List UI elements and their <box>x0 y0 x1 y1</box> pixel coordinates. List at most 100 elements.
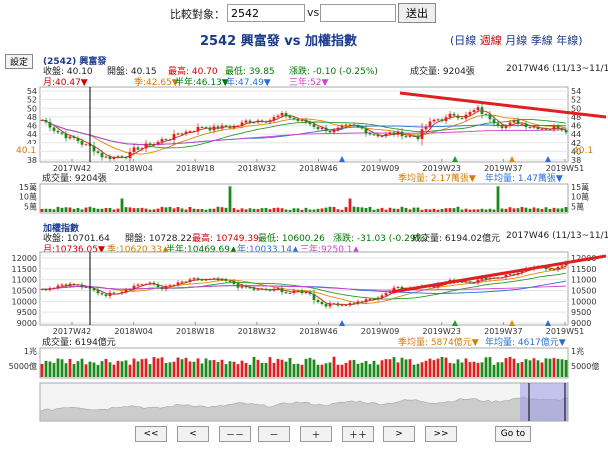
stock-candle-body <box>516 120 520 124</box>
index-ytick-left: 10500 <box>12 287 37 296</box>
stock-candle-body <box>300 119 304 121</box>
stock-volume-bar <box>212 208 216 212</box>
index-volume-bar <box>76 361 80 377</box>
stock-volume-year-avg: 年均量: 1.47萬張▼ <box>485 172 563 184</box>
price-flag-left: 40.1 <box>16 146 36 156</box>
stock-candle-body <box>484 113 488 115</box>
stock-volume-bar <box>104 208 108 212</box>
stock-volume-bar <box>456 206 460 212</box>
stock-volume-bar <box>520 206 524 212</box>
stock-volume-bar <box>96 208 100 212</box>
index-volume-bar <box>164 362 168 377</box>
stock-volume-bar <box>156 208 160 212</box>
stock-volume-bar <box>148 209 152 212</box>
index-volume-bar <box>440 357 444 377</box>
nav-zoom-out-more-button[interactable]: －－ <box>219 426 251 442</box>
stock-volume-bar <box>72 208 76 212</box>
stock-candle-body <box>400 131 404 137</box>
index-volume-year-avg: 年均量: 4617億元▼ <box>485 336 566 348</box>
stock-volume-bar <box>152 209 156 212</box>
index-ytick-left: 11000 <box>12 276 37 285</box>
index-candle-body <box>116 293 120 295</box>
stock-volume-bar <box>364 207 368 212</box>
nav-next-button[interactable]: > <box>383 426 415 442</box>
index-candle-body <box>260 288 264 290</box>
stock-volume-bar <box>92 207 96 212</box>
index-volume-bar <box>120 361 124 377</box>
stock-volume-bar <box>100 208 104 212</box>
index-candle-body <box>216 278 220 280</box>
index-volume-bar <box>52 363 56 377</box>
index-volume-bar <box>276 358 280 377</box>
stock-candle-body <box>108 156 112 160</box>
index-candle-body <box>396 286 400 288</box>
stock-candle-body <box>152 143 156 146</box>
stock-candle-body <box>296 119 300 121</box>
index-candle-body <box>340 304 344 306</box>
stock-candle-body <box>172 134 176 140</box>
index-candle-body <box>68 283 72 287</box>
index-volume-bar <box>336 364 340 377</box>
index-volume-bar <box>188 361 192 377</box>
index-candle-body <box>76 284 80 286</box>
stock-candle-body <box>280 113 284 116</box>
nav-zoom-in-button[interactable]: ＋ <box>300 426 332 442</box>
stock-volume-bar <box>56 206 60 212</box>
nav-prev-button[interactable]: < <box>177 426 209 442</box>
nav-last-button[interactable]: >> <box>425 426 457 442</box>
stock-candle-body <box>392 132 396 135</box>
nav-zoom-in-more-button[interactable]: ＋＋ <box>342 426 374 442</box>
index-volume-bar <box>424 360 428 377</box>
index-candle-body <box>472 282 476 284</box>
index-vol-ytick-left: 5000億 <box>9 361 37 371</box>
index-volume-bar <box>536 360 540 377</box>
index-candle-body <box>40 289 44 291</box>
index-volume-bar <box>128 364 132 377</box>
stock-volume-bar <box>268 209 272 212</box>
index-volume-bar <box>340 364 344 377</box>
stock-candle-body <box>404 136 408 138</box>
index-candle-body <box>208 278 212 280</box>
index-candle-body <box>368 298 372 300</box>
xtick-label: 2018W18 <box>176 327 214 336</box>
index-volume-bar <box>216 362 220 377</box>
stock-candle-body <box>324 127 328 132</box>
nav-zoom-out-button[interactable]: － <box>258 426 290 442</box>
stock-volume-bar <box>308 209 312 212</box>
navigator-selection[interactable] <box>520 383 568 421</box>
goto-button[interactable]: Go to <box>495 426 531 442</box>
index-candle-body <box>152 282 156 285</box>
index-volume-bar <box>192 361 196 377</box>
stock-candle-body <box>424 126 428 130</box>
stock-vol-ytick-right: 5萬 <box>571 201 584 211</box>
xtick-label: 2019W51 <box>546 164 584 173</box>
stock-candle-body <box>320 127 324 130</box>
index-candle-body <box>512 274 516 276</box>
index-volume-bar <box>80 358 84 377</box>
index-volume-bar <box>72 364 76 377</box>
index-candle-body <box>64 284 68 287</box>
stock-volume-bar <box>512 208 516 212</box>
stock-candle-body <box>524 123 528 128</box>
range-navigator[interactable] <box>39 382 569 422</box>
stock-candle-body <box>428 121 432 127</box>
stock-candle-body <box>476 107 480 111</box>
stock-volume-bar <box>300 209 304 212</box>
index-candle-body <box>120 291 124 294</box>
index-volume-bar <box>332 356 336 377</box>
index-volume-bar <box>248 364 252 377</box>
index-volume-bar <box>316 364 320 377</box>
index-volume-bar <box>308 357 312 377</box>
index-candle-body <box>184 281 188 283</box>
nav-first-button[interactable]: << <box>135 426 167 442</box>
index-candle-body <box>100 293 104 295</box>
index-volume-bar <box>472 361 476 377</box>
stock-volume-bar <box>236 209 240 212</box>
index-volume-bar <box>148 364 152 377</box>
index-candle-body <box>376 297 380 300</box>
stock-candle-body <box>496 123 500 126</box>
stock-volume-bar <box>332 207 336 212</box>
index-volume-bar <box>140 359 144 377</box>
index-volume-bar <box>176 357 180 377</box>
stock-volume-bar <box>340 209 344 212</box>
